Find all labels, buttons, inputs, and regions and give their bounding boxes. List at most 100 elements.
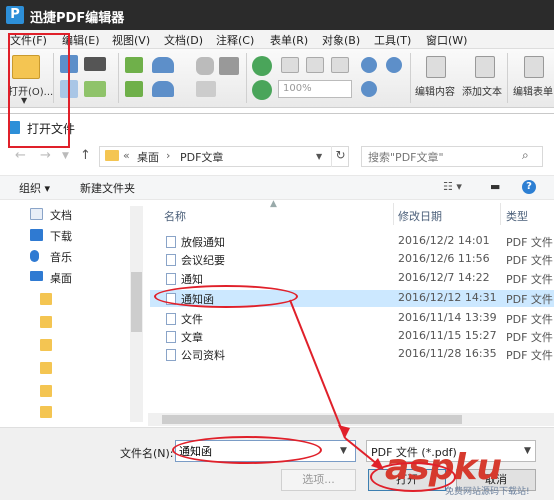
column-type[interactable]: 类型 [506, 208, 528, 224]
recent-dropdown-icon[interactable]: ▼ [62, 151, 69, 161]
zoom-combo[interactable]: 100% [278, 80, 352, 98]
zoom-plus-icon[interactable] [361, 81, 377, 97]
refresh-icon[interactable]: ↻ [331, 146, 349, 167]
nav-item-label: 音乐 [50, 251, 72, 264]
file-type: PDF 文件 [506, 293, 553, 306]
up-nav-icon[interactable]: ↑ [80, 148, 91, 163]
nav-item-label: 下载 [50, 230, 72, 243]
pdf-file-icon [166, 349, 176, 361]
forward-arrow-icon[interactable] [125, 81, 143, 97]
new-folder-button[interactable]: 新建文件夹 [80, 180, 135, 196]
menu-object[interactable]: 对象(B) [322, 32, 360, 48]
file-row[interactable]: 公司资料 2016/11/28 16:35 PDF 文件 [150, 346, 554, 363]
snapshot-icon[interactable] [196, 81, 216, 97]
menu-bar: 文件(F) 编辑(E) 视图(V) 文档(D) 注释(C) 表单(R) 对象(B… [0, 30, 554, 49]
file-name: 放假通知 [181, 236, 225, 249]
sort-ascending-icon: ▲ [270, 199, 277, 209]
file-type: PDF 文件 [506, 254, 553, 267]
forward-nav-icon[interactable]: → [40, 148, 51, 163]
file-name: 会议纪要 [181, 254, 225, 267]
app-title: 迅捷PDF编辑器 [30, 11, 125, 26]
print-icon[interactable] [84, 57, 106, 71]
rotate-back-icon[interactable] [252, 80, 272, 100]
menu-comment[interactable]: 注释(C) [216, 32, 254, 48]
file-name: 公司资料 [181, 349, 225, 362]
pdf-file-icon [166, 273, 176, 285]
file-date: 2016/11/28 16:35 [398, 347, 497, 360]
menu-form[interactable]: 表单(R) [270, 32, 308, 48]
back-nav-icon[interactable]: ← [15, 148, 26, 163]
organize-button[interactable]: 组织 ▾ [19, 180, 50, 196]
file-name: 文件 [181, 313, 203, 326]
hand-tool-icon[interactable] [196, 57, 214, 75]
nav-item-documents[interactable]: 文档 [30, 206, 125, 224]
column-divider[interactable] [393, 203, 394, 225]
email-icon[interactable] [84, 81, 106, 97]
zoom-out-icon[interactable] [386, 57, 402, 73]
options-button[interactable]: 选项... [281, 469, 356, 491]
folder-icon[interactable] [40, 362, 52, 374]
nav-item-downloads[interactable]: 下载 [30, 227, 125, 245]
annotation-open-ellipse [370, 462, 456, 492]
breadcrumb-separator: › [166, 149, 171, 162]
nav-item-music[interactable]: 音乐 [30, 248, 125, 266]
documents-icon [30, 208, 43, 220]
zoom-in-icon[interactable] [361, 57, 377, 73]
menu-view[interactable]: 视图(V) [112, 32, 150, 48]
pdf-file-icon [166, 236, 176, 248]
column-date[interactable]: 修改日期 [398, 208, 442, 224]
music-icon [30, 250, 39, 262]
edit-form-label[interactable]: 编辑表单 [513, 83, 553, 98]
column-divider[interactable] [500, 203, 501, 225]
select-text-icon[interactable] [219, 57, 239, 75]
filetype-dropdown-icon[interactable]: ▼ [524, 446, 531, 456]
folder-icon[interactable] [40, 293, 52, 305]
folder-icon[interactable] [40, 339, 52, 351]
help-icon[interactable]: ? [522, 180, 536, 194]
fit-page-icon[interactable] [306, 57, 324, 73]
pdf-file-icon [166, 313, 176, 325]
edit-form-icon[interactable] [524, 56, 544, 78]
add-text-icon[interactable] [475, 56, 495, 78]
filename-dropdown-icon[interactable]: ▼ [340, 446, 347, 456]
horizontal-scroll-thumb[interactable] [162, 415, 462, 424]
menu-document[interactable]: 文档(D) [164, 32, 203, 48]
file-type: PDF 文件 [506, 313, 553, 326]
folder-icon[interactable] [40, 316, 52, 328]
redo-icon[interactable] [152, 81, 174, 97]
file-row[interactable]: 文章 2016/11/15 15:27 PDF 文件 [150, 328, 554, 345]
search-icon[interactable]: ⌕ [522, 148, 529, 163]
file-row[interactable]: 会议纪要 2016/12/6 11:56 PDF 文件 [150, 251, 554, 268]
folder-icon[interactable] [40, 385, 52, 397]
edit-content-icon[interactable] [426, 56, 446, 78]
actual-size-icon[interactable] [281, 57, 299, 73]
breadcrumb-desktop[interactable]: 桌面 [137, 149, 159, 165]
folder-icon[interactable] [40, 406, 52, 418]
breadcrumb-pdf-folder[interactable]: PDF文章 [180, 149, 223, 165]
rotate-icon[interactable] [252, 56, 272, 76]
back-arrow-icon[interactable] [125, 57, 143, 73]
file-type: PDF 文件 [506, 236, 553, 249]
edit-content-label[interactable]: 编辑内容 [415, 83, 455, 98]
desktop-icon [30, 271, 43, 281]
breadcrumb-overflow[interactable]: « [123, 149, 130, 162]
nav-item-desktop[interactable]: 桌面 [30, 269, 125, 287]
nav-item-label: 桌面 [50, 272, 72, 285]
preview-pane-icon[interactable]: ▬ [490, 180, 500, 193]
file-date: 2016/12/6 11:56 [398, 252, 490, 265]
fit-width-icon[interactable] [331, 57, 349, 73]
column-name[interactable]: 名称 [164, 208, 186, 224]
toolbar-divider [507, 53, 508, 103]
undo-icon[interactable] [152, 57, 174, 73]
nav-scroll-thumb[interactable] [131, 272, 142, 332]
address-dropdown-icon[interactable]: ▼ [316, 152, 322, 161]
menu-window[interactable]: 窗口(W) [426, 32, 467, 48]
view-options-icon[interactable]: ☷ ▾ [443, 180, 462, 193]
file-row[interactable]: 放假通知 2016/12/2 14:01 PDF 文件 [150, 233, 554, 250]
menu-tools[interactable]: 工具(T) [374, 32, 411, 48]
file-type: PDF 文件 [506, 273, 553, 286]
filename-label: 文件名(N): [120, 447, 174, 460]
annotation-file-ellipse [154, 285, 298, 308]
file-row[interactable]: 文件 2016/11/14 13:39 PDF 文件 [150, 310, 554, 327]
add-text-label[interactable]: 添加文本 [462, 83, 502, 98]
